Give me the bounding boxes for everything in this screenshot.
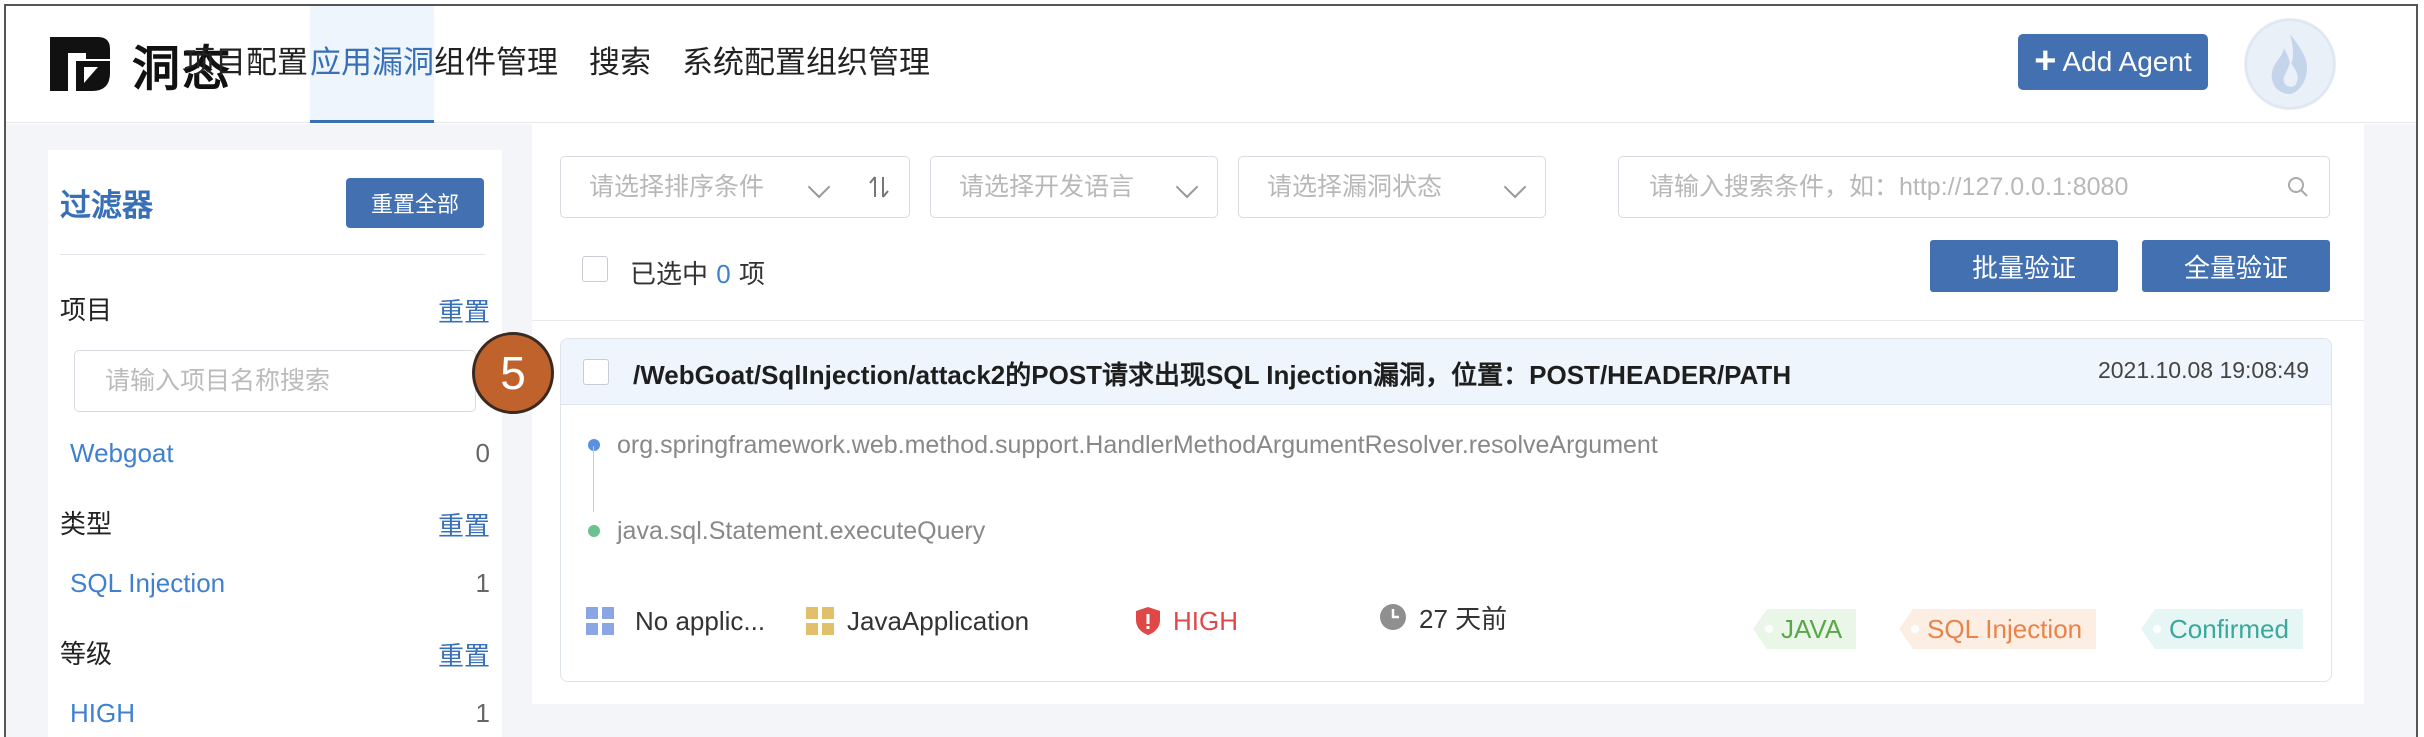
vulnerability-search-input[interactable]: 请输入搜索条件，如：http://127.0.0.1:8080: [1618, 156, 2330, 218]
chevron-down-icon: [1503, 175, 1527, 199]
selected-count-text: 已选中 0 项: [630, 254, 765, 291]
type-reset-link[interactable]: 重置: [438, 506, 490, 543]
app-window: 洞态 项目配置 应用漏洞 组件管理 搜索 系统配置 组织管理 + Add Age…: [4, 4, 2418, 737]
sort-order-button[interactable]: [848, 156, 910, 218]
shield-alert-icon: [1136, 607, 1160, 635]
level-filter-label: 等级: [60, 640, 113, 670]
status-select[interactable]: 请选择漏洞状态: [1238, 156, 1546, 218]
search-placeholder: 请输入搜索条件，如：http://127.0.0.1:8080: [1649, 173, 2129, 201]
clock-icon: [1380, 604, 1406, 630]
select-all-checkbox[interactable]: [582, 256, 608, 282]
status-select-placeholder: 请选择漏洞状态: [1267, 172, 1443, 201]
project-item-count: 0: [475, 438, 490, 468]
app-type-icon: [806, 607, 834, 635]
project-item-name[interactable]: Webgoat: [70, 438, 174, 469]
nav-project-config[interactable]: 项目配置: [184, 6, 308, 123]
stack-dot-source: [588, 439, 600, 451]
project-search-input[interactable]: 请输入项目名称搜索: [74, 350, 476, 412]
filter-title: 过滤器: [60, 188, 153, 224]
flame-avatar-icon: [2245, 19, 2335, 109]
top-header: 洞态 项目配置 应用漏洞 组件管理 搜索 系统配置 组织管理 + Add Age…: [6, 6, 2416, 123]
nav-search[interactable]: 搜索: [558, 6, 682, 123]
reset-all-button[interactable]: 重置全部: [346, 178, 484, 228]
vulnerability-age: 27 天前: [1419, 603, 1508, 634]
vulnerability-card[interactable]: /WebGoat/SqlInjection/attack2的POST请求出现SQ…: [560, 338, 2332, 682]
batch-verify-button[interactable]: 批量验证: [1930, 240, 2118, 292]
divider: [60, 254, 486, 255]
vulnerability-list-panel: 请选择排序条件 请选择开发语言 请选择漏洞状态 请输入搜索条件，如：http:/…: [532, 124, 2364, 704]
severity-level: HIGH: [1173, 605, 1238, 636]
all-verify-button[interactable]: 全量验证: [2142, 240, 2330, 292]
step-number-badge: 5: [472, 332, 554, 414]
nav-app-vulnerabilities[interactable]: 应用漏洞: [310, 6, 434, 123]
project-reset-link[interactable]: 重置: [438, 292, 490, 329]
meta-application-type: JavaApplication: [805, 601, 1029, 641]
selected-count: 0: [716, 259, 731, 289]
chevron-down-icon: [1175, 175, 1199, 199]
level-item-name[interactable]: HIGH: [70, 698, 135, 729]
vulnerability-card-header: /WebGoat/SqlInjection/attack2的POST请求出现SQ…: [561, 339, 2331, 405]
sort-select[interactable]: 请选择排序条件: [560, 156, 850, 218]
filter-sidebar: 过滤器 重置全部 项目 重置 请输入项目名称搜索 Webgoat 0 类型 重置…: [48, 150, 502, 737]
meta-level: HIGH: [1135, 601, 1238, 641]
nav-org-management[interactable]: 组织管理: [806, 6, 930, 123]
language-select-placeholder: 请选择开发语言: [959, 172, 1135, 201]
meta-application: No applic...: [585, 601, 765, 641]
vulnerability-title[interactable]: /WebGoat/SqlInjection/attack2的POST请求出现SQ…: [633, 355, 1791, 392]
vulnerability-time: 2021.10.08 19:08:49: [2097, 357, 2309, 383]
add-agent-label: Add Agent: [2062, 46, 2192, 77]
user-avatar[interactable]: [2244, 18, 2336, 110]
stack-frame-sink: java.sql.Statement.executeQuery: [617, 517, 986, 545]
application-name[interactable]: No applic...: [635, 606, 765, 637]
type-filter-label: 类型: [60, 510, 113, 540]
search-icon[interactable]: [2287, 176, 2309, 198]
tag-status[interactable]: Confirmed: [2141, 609, 2303, 649]
stack-frame-source: org.springframework.web.method.support.H…: [617, 431, 1658, 459]
language-select[interactable]: 请选择开发语言: [930, 156, 1218, 218]
nav-component-management[interactable]: 组件管理: [434, 6, 558, 123]
selected-suffix: 项: [739, 260, 766, 290]
vulnerability-checkbox[interactable]: [583, 359, 609, 385]
application-type: JavaApplication: [847, 605, 1030, 636]
add-agent-button[interactable]: + Add Agent: [2018, 34, 2208, 90]
nav-system-config[interactable]: 系统配置: [682, 6, 806, 123]
divider: [532, 320, 2364, 321]
project-filter-label: 项目: [60, 296, 113, 326]
sort-select-placeholder: 请选择排序条件: [589, 172, 765, 201]
stack-connector: [593, 446, 594, 512]
level-item-count: 1: [475, 698, 490, 728]
tag-vulnerability-type[interactable]: SQL Injection: [1899, 609, 2097, 649]
plus-icon: +: [2034, 39, 2057, 82]
meta-age: 27 天前: [1379, 597, 1507, 637]
stack-dot-sink: [588, 525, 600, 537]
tag-language[interactable]: JAVA: [1753, 609, 1857, 649]
sort-arrows-icon: [868, 176, 889, 198]
chevron-down-icon: [807, 175, 831, 199]
type-item-name[interactable]: SQL Injection: [70, 568, 225, 599]
type-item-count: 1: [475, 568, 490, 598]
logo-mark-icon: [50, 37, 110, 91]
level-reset-link[interactable]: 重置: [438, 636, 490, 673]
app-grid-icon: [586, 607, 614, 635]
selected-prefix: 已选中: [630, 260, 709, 290]
